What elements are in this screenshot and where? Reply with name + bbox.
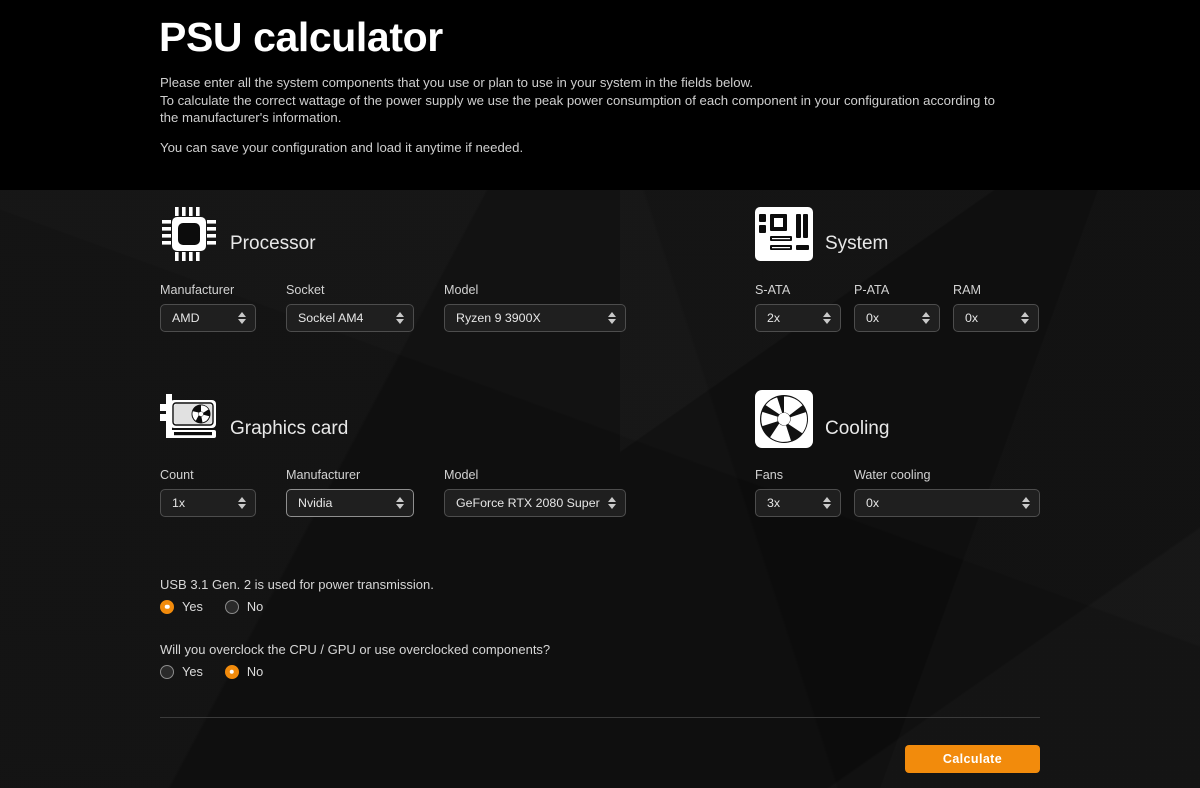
intro-line-3: You can save your configuration and load… (160, 139, 524, 155)
chevron-updown-icon (608, 496, 617, 510)
form-content: Processor Manufacturer AMD Socket Sockel… (0, 190, 1200, 788)
radio-usb-power-no-label: No (246, 599, 264, 614)
select-cooling-water-value: 0x (866, 496, 880, 510)
select-system-sata-value: 2x (767, 311, 781, 325)
radio-usb-power-yes-label: Yes (182, 599, 203, 614)
graphics-card-icon (160, 390, 218, 448)
intro-spacer (160, 127, 1010, 139)
processor-fields: Manufacturer AMD Socket Sockel AM4 Model (160, 283, 626, 332)
label-processor-manufacturer: Manufacturer (160, 283, 235, 297)
graphics-card-fields: Count 1x Manufacturer Nvidia Model GeFor… (160, 468, 626, 517)
chevron-updown-icon (238, 311, 247, 325)
graphics-card-title: Graphics card (230, 418, 349, 439)
select-processor-model[interactable]: Ryzen 9 3900X (444, 304, 626, 332)
question-overclock-text: Will you overclock the CPU / GPU or use … (160, 642, 551, 657)
select-system-pata-value: 0x (866, 311, 880, 325)
question-usb-power-options: Yes No (160, 599, 434, 614)
field-processor-model: Model Ryzen 9 3900X (444, 283, 626, 332)
chevron-updown-icon (238, 496, 247, 510)
page-header: PSU calculator Please enter all the syst… (0, 0, 1200, 190)
chevron-updown-icon (823, 496, 832, 510)
label-graphics-manufacturer: Manufacturer (286, 468, 361, 482)
label-processor-socket: Socket (286, 283, 325, 297)
field-cooling-water: Water cooling 0x (854, 468, 1040, 517)
chevron-updown-icon (396, 311, 405, 325)
intro-line-2: To calculate the correct wattage of the … (160, 92, 995, 126)
field-graphics-model: Model GeForce RTX 2080 Super (444, 468, 626, 517)
select-processor-model-value: Ryzen 9 3900X (456, 311, 541, 325)
calculate-button[interactable]: Calculate (905, 745, 1040, 773)
radio-dot-icon (224, 664, 239, 679)
radio-overclock-no-label: No (246, 664, 264, 679)
field-processor-manufacturer: Manufacturer AMD (160, 283, 256, 332)
form-divider (160, 717, 1040, 718)
field-system-ram: RAM 0x (953, 283, 1039, 332)
select-processor-manufacturer[interactable]: AMD (160, 304, 256, 332)
select-system-ram-value: 0x (965, 311, 979, 325)
radio-usb-power-yes[interactable]: Yes (160, 599, 203, 614)
motherboard-icon (755, 205, 813, 263)
fan-icon (755, 390, 813, 448)
chevron-updown-icon (823, 311, 832, 325)
label-graphics-count: Count (160, 468, 194, 482)
select-cooling-fans-value: 3x (767, 496, 781, 510)
radio-dot-icon (160, 599, 174, 614)
field-cooling-fans: Fans 3x (755, 468, 841, 517)
select-graphics-count[interactable]: 1x (160, 489, 256, 517)
intro-text: Please enter all the system components t… (160, 74, 1010, 156)
field-processor-socket: Socket Sockel AM4 (286, 283, 414, 332)
chevron-updown-icon (608, 311, 617, 325)
label-system-pata: P-ATA (854, 283, 890, 297)
psu-calculator-page: PSU calculator Please enter all the syst… (0, 0, 1200, 788)
select-graphics-model[interactable]: GeForce RTX 2080 Super (444, 489, 626, 517)
radio-dot-icon (160, 664, 174, 679)
field-system-sata: S-ATA 2x (755, 283, 841, 332)
select-graphics-manufacturer-value: Nvidia (298, 496, 333, 510)
radio-dot-icon (224, 599, 239, 614)
chevron-updown-icon (1021, 311, 1030, 325)
label-system-sata: S-ATA (755, 283, 791, 297)
cooling-fields: Fans 3x Water cooling 0x (755, 468, 1040, 517)
system-fields: S-ATA 2x P-ATA 0x RAM 0x (755, 283, 1039, 332)
system-title: System (825, 233, 889, 254)
radio-overclock-yes-label: Yes (182, 664, 203, 679)
chevron-updown-icon (396, 496, 405, 510)
radio-usb-power-no[interactable]: No (224, 599, 264, 614)
field-graphics-count: Count 1x (160, 468, 256, 517)
label-processor-model: Model (444, 283, 479, 297)
page-title: PSU calculator (159, 14, 443, 60)
field-graphics-manufacturer: Manufacturer Nvidia (286, 468, 414, 517)
label-cooling-fans: Fans (755, 468, 783, 482)
label-cooling-water: Water cooling (854, 468, 931, 482)
label-system-ram: RAM (953, 283, 981, 297)
label-graphics-model: Model (444, 468, 479, 482)
radio-overclock-yes[interactable]: Yes (160, 664, 203, 679)
select-graphics-model-value: GeForce RTX 2080 Super (456, 496, 600, 510)
cpu-chip-icon (160, 205, 218, 263)
question-usb-power-text: USB 3.1 Gen. 2 is used for power transmi… (160, 577, 434, 592)
question-usb-power: USB 3.1 Gen. 2 is used for power transmi… (160, 577, 434, 614)
question-overclock: Will you overclock the CPU / GPU or use … (160, 642, 550, 679)
select-cooling-fans[interactable]: 3x (755, 489, 841, 517)
select-processor-socket-value: Sockel AM4 (298, 311, 364, 325)
cooling-title: Cooling (825, 418, 890, 439)
field-system-pata: P-ATA 0x (854, 283, 940, 332)
select-system-pata[interactable]: 0x (854, 304, 940, 332)
select-processor-manufacturer-value: AMD (172, 311, 200, 325)
chevron-updown-icon (1022, 496, 1031, 510)
radio-overclock-no[interactable]: No (224, 664, 264, 679)
processor-title: Processor (230, 233, 316, 254)
chevron-updown-icon (922, 311, 931, 325)
select-system-sata[interactable]: 2x (755, 304, 841, 332)
select-graphics-count-value: 1x (172, 496, 186, 510)
intro-line-1: Please enter all the system components t… (160, 75, 754, 90)
select-graphics-manufacturer[interactable]: Nvidia (286, 489, 414, 517)
question-overclock-options: Yes No (160, 664, 550, 679)
select-cooling-water[interactable]: 0x (854, 489, 1040, 517)
select-processor-socket[interactable]: Sockel AM4 (286, 304, 414, 332)
select-system-ram[interactable]: 0x (953, 304, 1039, 332)
